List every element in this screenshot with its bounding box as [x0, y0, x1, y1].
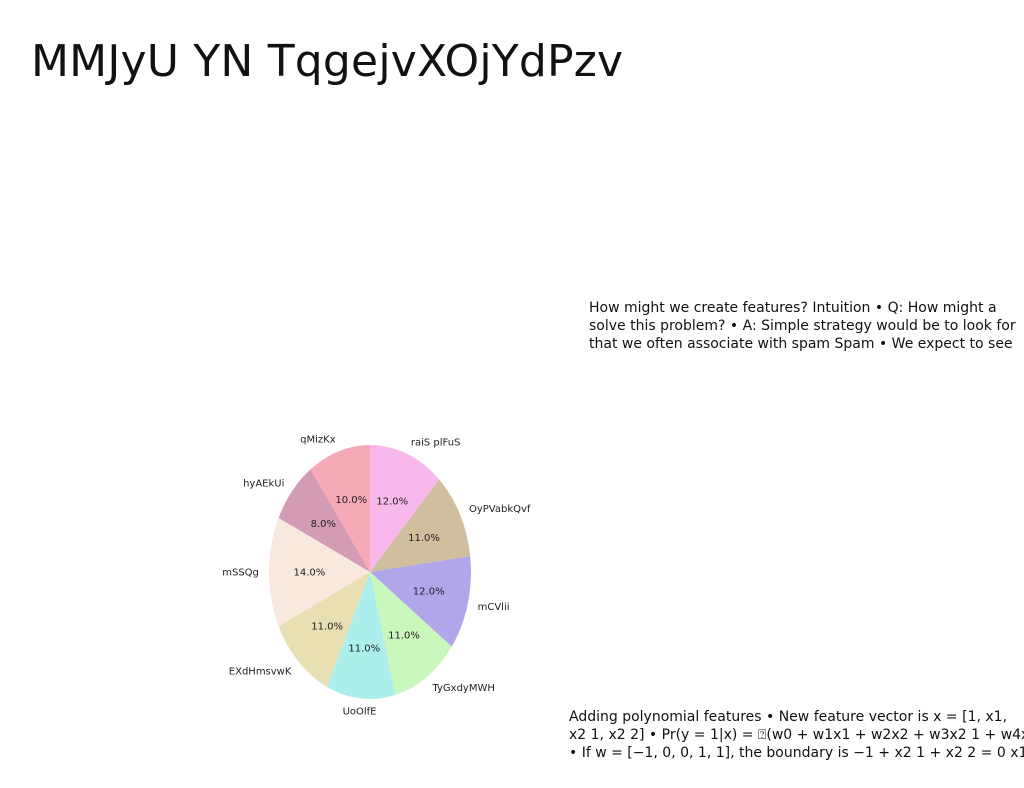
pie-chart: 12.0% raiS plFuS 11.0% OyPVabkQvf 12.0% mCVli… [200, 420, 540, 720]
pie-slice-category-label: EXdHmsvwK [229, 666, 292, 677]
pie-slice-category-label: UoOlfE [343, 707, 377, 718]
pie-slice-category-label: qMizKx [300, 435, 336, 446]
intuition-text-block: How might we create features? Intuition … [589, 299, 1023, 353]
text-line: solve this problem? • A: Simple strategy… [589, 318, 1016, 334]
pie-slice-percent-label: 11.0% [408, 533, 440, 544]
pie-slice-percent-label: 11.0% [348, 643, 380, 654]
pie-slice-category-label: mSSQg [222, 568, 259, 579]
pie-slice-percent-label: 10.0% [335, 495, 367, 506]
pie-slice-category-label: mCVlii [478, 602, 510, 613]
pie-slice-percent-label: 12.0% [413, 586, 445, 597]
slide-title: MMJyU YN TqgejvXOjYdPzv [31, 36, 624, 87]
text-line: x2 1, x2 2] • Pr(y = 1|x) = ⍰(w0 + w1x1 … [569, 727, 1024, 743]
pie-slice-percent-label: 11.0% [388, 631, 420, 642]
pie-slice-category-label: raiS plFuS [411, 438, 461, 449]
polynomial-features-text-block: Adding polynomial features • New feature… [569, 708, 1024, 762]
text-line: that we often associate with spam Spam •… [589, 336, 1013, 352]
text-line: • If w = [−1, 0, 0, 1, 1], the boundary … [569, 745, 1024, 761]
pie-slice-category-label: OyPVabkQvf [469, 504, 531, 515]
pie-chart-svg: 12.0% raiS plFuS 11.0% OyPVabkQvf 12.0% mCVli… [222, 435, 531, 718]
text-line: How might we create features? Intuition … [589, 300, 997, 316]
pie-slice-percent-label: 11.0% [311, 621, 343, 632]
pie-slice-category-label: TyGxdyMWH [431, 683, 494, 694]
pie-slice-percent-label: 14.0% [294, 568, 326, 579]
pie-slice-percent-label: 8.0% [311, 519, 336, 530]
pie-slice-percent-label: 12.0% [376, 497, 408, 508]
text-line: Adding polynomial features • New feature… [569, 709, 1008, 725]
pie-slice-category-label: hyAEkUi [243, 478, 284, 489]
